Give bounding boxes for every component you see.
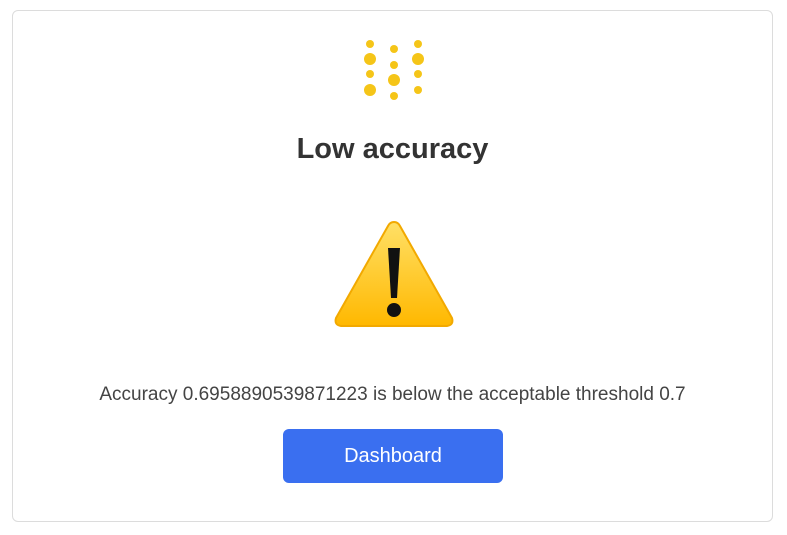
accuracy-message: Accuracy 0.6958890539871223 is below the…	[99, 384, 686, 405]
logo-icon	[364, 40, 424, 100]
warning-icon	[334, 220, 454, 327]
dashboard-button[interactable]: Dashboard	[283, 429, 503, 483]
alert-card: Low accuracy Accuracy 0.6958890539871223…	[12, 10, 773, 522]
page-title: Low accuracy	[296, 133, 489, 165]
